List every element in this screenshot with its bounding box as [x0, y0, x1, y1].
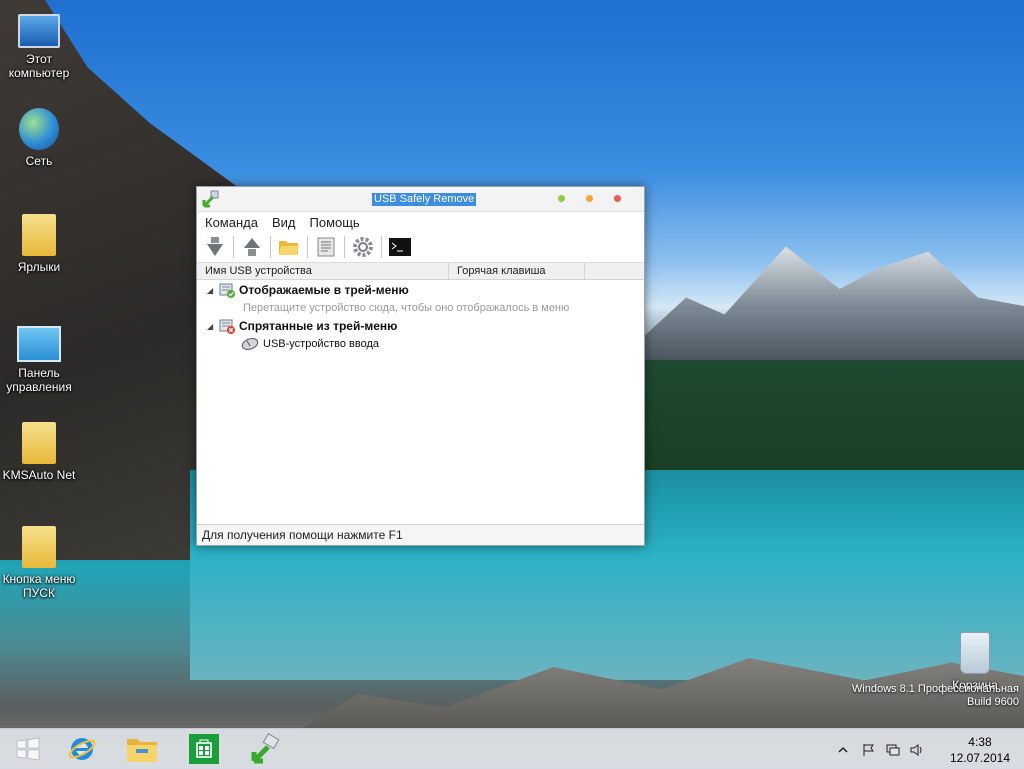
- menu-view[interactable]: Вид: [272, 215, 296, 230]
- settings-button[interactable]: [351, 235, 375, 259]
- open-folder-button[interactable]: [277, 235, 301, 259]
- settings-icon: [353, 237, 373, 257]
- taskbar-internet-explorer[interactable]: [54, 729, 110, 769]
- usb-arrow-icon: [202, 190, 219, 208]
- desktop-icon-network[interactable]: Сеть: [0, 108, 78, 168]
- file-explorer-icon: [127, 739, 157, 762]
- taskbar-store[interactable]: [176, 729, 232, 769]
- internet-explorer-icon: [68, 738, 96, 760]
- shown-in-tray-icon: [219, 283, 235, 298]
- tree-hint-row: Перетащите устройство сюда, чтобы оно от…: [243, 299, 569, 317]
- clock-time: 4:38: [968, 735, 992, 749]
- watermark-build: Build 9600: [967, 696, 1019, 708]
- start-button[interactable]: [0, 729, 56, 769]
- properties-button[interactable]: [314, 235, 338, 259]
- recycle-bin-icon: [960, 632, 990, 674]
- usb-safely-remove-window: USB Safely Remove Команда Вид Помощь Имя…: [196, 186, 645, 546]
- open-folder-icon: [279, 241, 299, 255]
- folder-icon: [22, 526, 56, 568]
- clock-date: 12.07.2014: [949, 751, 1010, 765]
- desktop-icon-this-pc[interactable]: Этот компьютер: [0, 8, 78, 80]
- taskbar-clock[interactable]: 4:38 12.07.2014: [950, 734, 1010, 766]
- computer-icon: [18, 14, 60, 48]
- toolbar: [197, 232, 644, 263]
- expander-icon[interactable]: ◢: [207, 286, 215, 295]
- command-line-icon: [389, 238, 411, 256]
- chevron-up-icon[interactable]: [836, 743, 850, 757]
- tree-group-hidden[interactable]: ◢ Спрятанные из трей-меню: [207, 317, 397, 335]
- window-titlebar[interactable]: USB Safely Remove: [197, 187, 644, 212]
- folder-icon: [22, 214, 56, 256]
- stop-device-button[interactable]: [203, 235, 227, 259]
- menu-bar: Команда Вид Помощь: [197, 212, 644, 232]
- desktop-icon-start-button[interactable]: Кнопка меню ПУСК: [0, 526, 78, 600]
- desktop-icon-label: Ярлыки: [17, 260, 61, 274]
- usb-safely-remove-icon: [251, 733, 280, 764]
- desktop-icon-kmsauto[interactable]: KMSAuto Net: [0, 422, 78, 482]
- network-icon: [19, 108, 59, 150]
- toolbar-separator: [344, 236, 345, 258]
- control-panel-icon: [17, 326, 61, 362]
- tree-device-row[interactable]: USB-устройство ввода: [241, 335, 379, 353]
- start-icon: [16, 737, 40, 761]
- column-headers: Имя USB устройства Горячая клавиша: [197, 263, 644, 280]
- desktop-icon-label: Панель управления: [6, 366, 72, 394]
- watermark-edition: Windows 8.1 Профессиональная: [851, 683, 1019, 695]
- desktop-icon-label: KMSAuto Net: [2, 468, 76, 482]
- drag-hint-text: Перетащите устройство сюда, чтобы оно от…: [243, 302, 570, 314]
- close-button[interactable]: [614, 195, 621, 202]
- toolbar-separator: [270, 236, 271, 258]
- return-device-button[interactable]: [240, 235, 264, 259]
- volume-icon[interactable]: [910, 743, 924, 757]
- toolbar-separator: [381, 236, 382, 258]
- minimize-button[interactable]: [558, 195, 565, 202]
- desktop-icon-control-panel[interactable]: Панель управления: [0, 320, 78, 394]
- windows-watermark: Windows 8.1 Профессиональная Build 9600: [852, 683, 1019, 709]
- folder-icon: [22, 422, 56, 464]
- menu-help[interactable]: Помощь: [310, 215, 360, 230]
- device-label: USB-устройство ввода: [263, 338, 379, 350]
- stop-device-icon: [207, 237, 223, 256]
- properties-icon: [317, 237, 335, 257]
- desktop-icon-label: Этот компьютер: [8, 52, 70, 80]
- column-header-device-name[interactable]: Имя USB устройства: [197, 263, 449, 279]
- return-device-icon: [244, 238, 260, 256]
- toolbar-separator: [307, 236, 308, 258]
- toolbar-separator: [233, 236, 234, 258]
- command-line-button[interactable]: [388, 235, 412, 259]
- store-icon: [189, 734, 219, 764]
- device-tree: ◢ Отображаемые в трей-меню Перетащите ус…: [197, 280, 644, 521]
- taskbar: 4:38 12.07.2014: [0, 728, 1024, 769]
- tree-group-label: Спрятанные из трей-меню: [239, 319, 398, 333]
- mouse-device-icon: [241, 338, 259, 350]
- status-text: Для получения помощи нажмите F1: [202, 528, 403, 542]
- column-header-hotkey[interactable]: Горячая клавиша: [449, 263, 585, 279]
- desktop-icon-shortcuts[interactable]: Ярлыки: [0, 214, 78, 274]
- taskbar-usb-safely-remove[interactable]: [238, 729, 294, 769]
- desktop-icon-label: Кнопка меню ПУСК: [2, 572, 76, 600]
- flag-icon[interactable]: [862, 743, 876, 757]
- maximize-button[interactable]: [586, 195, 593, 202]
- network-icon[interactable]: [886, 743, 900, 757]
- hidden-from-tray-icon: [219, 319, 235, 334]
- tree-group-label: Отображаемые в трей-меню: [239, 283, 409, 297]
- window-title: USB Safely Remove: [372, 193, 477, 206]
- status-bar: Для получения помощи нажмите F1: [197, 524, 644, 545]
- menu-command[interactable]: Команда: [205, 215, 258, 230]
- expander-icon[interactable]: ◢: [207, 322, 215, 331]
- desktop-icon-label: Сеть: [25, 154, 53, 168]
- tree-group-shown[interactable]: ◢ Отображаемые в трей-меню: [207, 281, 409, 299]
- taskbar-file-explorer[interactable]: [114, 729, 170, 769]
